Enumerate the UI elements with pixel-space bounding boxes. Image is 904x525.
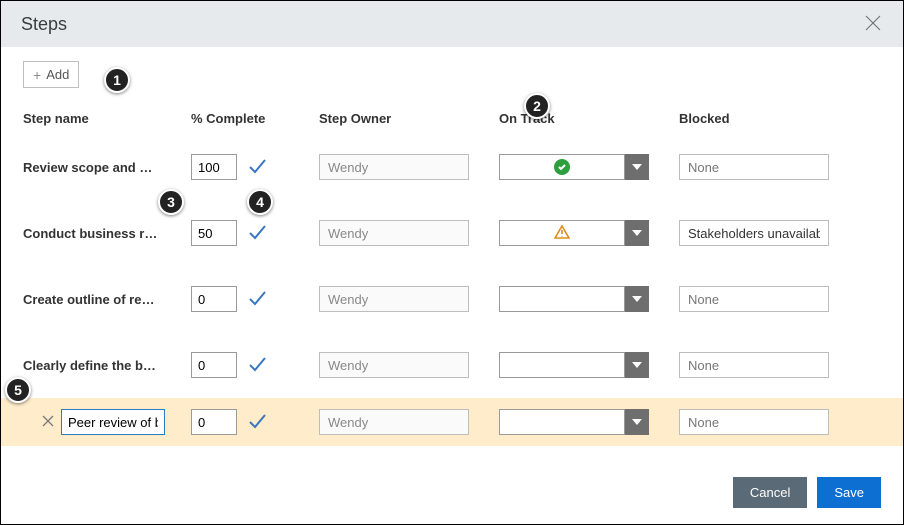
owner-input[interactable] bbox=[319, 352, 469, 378]
column-headers: Step name % Complete Step Owner On Track… bbox=[23, 106, 881, 130]
owner-input[interactable] bbox=[319, 220, 469, 246]
header-pct: % Complete bbox=[191, 111, 319, 126]
chevron-down-icon[interactable] bbox=[625, 352, 649, 378]
track-select[interactable] bbox=[499, 154, 649, 180]
plus-icon: + bbox=[33, 68, 41, 82]
save-button[interactable]: Save bbox=[817, 477, 881, 508]
track-value bbox=[499, 286, 625, 312]
add-button[interactable]: + Add bbox=[23, 61, 79, 88]
complete-icon[interactable] bbox=[247, 411, 267, 434]
blocked-input[interactable] bbox=[679, 220, 829, 246]
blocked-input[interactable] bbox=[679, 409, 829, 435]
step-name: Clearly define the b… bbox=[23, 358, 173, 373]
pct-input[interactable] bbox=[191, 286, 237, 312]
dialog-footer: Cancel Save bbox=[733, 477, 881, 508]
track-value bbox=[499, 220, 625, 246]
close-icon[interactable] bbox=[863, 13, 883, 36]
callout-1: 1 bbox=[104, 67, 130, 93]
delete-row-icon[interactable] bbox=[41, 414, 55, 431]
pct-input[interactable] bbox=[191, 352, 237, 378]
add-button-label: Add bbox=[46, 67, 69, 82]
step-name-input[interactable] bbox=[61, 409, 165, 435]
complete-icon[interactable] bbox=[247, 354, 267, 377]
track-select[interactable] bbox=[499, 286, 649, 312]
blocked-input[interactable] bbox=[679, 352, 829, 378]
chevron-down-icon[interactable] bbox=[625, 154, 649, 180]
header-owner: Step Owner bbox=[319, 111, 499, 126]
complete-icon[interactable] bbox=[247, 222, 267, 245]
track-value bbox=[499, 154, 625, 180]
chevron-down-icon[interactable] bbox=[625, 286, 649, 312]
step-name: Create outline of re… bbox=[23, 292, 173, 307]
owner-input[interactable] bbox=[319, 286, 469, 312]
complete-icon[interactable] bbox=[247, 288, 267, 311]
track-select[interactable] bbox=[499, 352, 649, 378]
new-row bbox=[1, 398, 903, 446]
pct-input[interactable] bbox=[191, 409, 237, 435]
owner-input[interactable] bbox=[319, 409, 469, 435]
header-blocked: Blocked bbox=[679, 111, 865, 126]
dialog-title: Steps bbox=[21, 14, 67, 35]
dialog-header: Steps bbox=[1, 1, 903, 47]
track-value bbox=[499, 409, 625, 435]
blocked-input[interactable] bbox=[679, 154, 829, 180]
track-value bbox=[499, 352, 625, 378]
pct-input[interactable] bbox=[191, 154, 237, 180]
step-name: Review scope and … bbox=[23, 160, 173, 175]
callout-3: 3 bbox=[158, 189, 184, 215]
track-select[interactable] bbox=[499, 220, 649, 246]
chevron-down-icon[interactable] bbox=[625, 409, 649, 435]
cancel-button[interactable]: Cancel bbox=[733, 477, 807, 508]
table-row: Conduct business r… bbox=[23, 200, 881, 266]
callout-5: 5 bbox=[5, 377, 31, 403]
complete-icon[interactable] bbox=[247, 156, 267, 179]
owner-input[interactable] bbox=[319, 154, 469, 180]
table-row: Review scope and … bbox=[23, 134, 881, 200]
table-row: Create outline of re… bbox=[23, 266, 881, 332]
table-row: Clearly define the b… bbox=[23, 332, 881, 398]
dialog-body: + Add Step name % Complete Step Owner On… bbox=[1, 47, 903, 446]
step-name: Conduct business r… bbox=[23, 226, 173, 241]
chevron-down-icon[interactable] bbox=[625, 220, 649, 246]
header-step-name: Step name bbox=[23, 111, 191, 126]
callout-4: 4 bbox=[247, 189, 273, 215]
status-warn-icon bbox=[554, 225, 570, 242]
track-select[interactable] bbox=[499, 409, 649, 435]
blocked-input[interactable] bbox=[679, 286, 829, 312]
pct-input[interactable] bbox=[191, 220, 237, 246]
callout-2: 2 bbox=[524, 93, 550, 119]
status-ok-icon bbox=[554, 159, 570, 175]
